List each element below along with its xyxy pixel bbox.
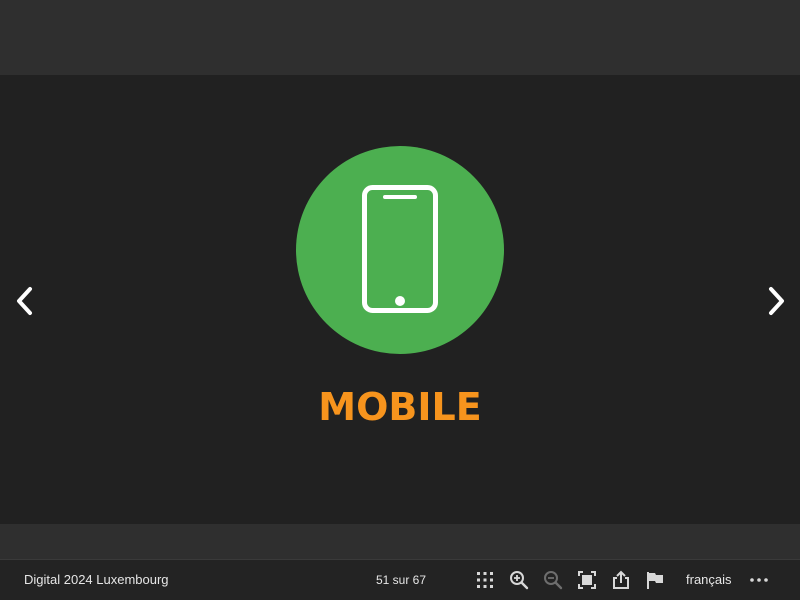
grid-icon[interactable] (475, 570, 495, 590)
chevron-left-icon (17, 287, 32, 315)
icon-circle (296, 146, 504, 354)
slide-canvas: MOBILE (0, 75, 800, 524)
previous-slide-button[interactable] (11, 284, 39, 318)
presentation-viewer: MOBILE Digital 2024 Luxembourg 51 sur 67 (0, 0, 800, 600)
viewer-toolbar: Digital 2024 Luxembourg 51 sur 67 frança… (0, 559, 800, 600)
chevron-right-icon (769, 287, 784, 315)
zoom-in-icon[interactable] (509, 570, 529, 590)
more-icon[interactable] (749, 570, 769, 590)
next-slide-button[interactable] (762, 284, 790, 318)
smartphone-icon (362, 185, 438, 313)
document-title: Digital 2024 Luxembourg (24, 572, 169, 587)
language-selector[interactable]: français (686, 560, 732, 600)
page-indicator: 51 sur 67 (376, 573, 427, 587)
flag-icon[interactable] (645, 570, 665, 590)
fullscreen-icon[interactable] (577, 570, 597, 590)
zoom-out-icon[interactable] (543, 570, 563, 590)
top-letterbox (0, 0, 800, 75)
share-icon[interactable] (611, 570, 631, 590)
slide-title: MOBILE (318, 385, 482, 429)
bottom-letterbox (0, 524, 800, 559)
